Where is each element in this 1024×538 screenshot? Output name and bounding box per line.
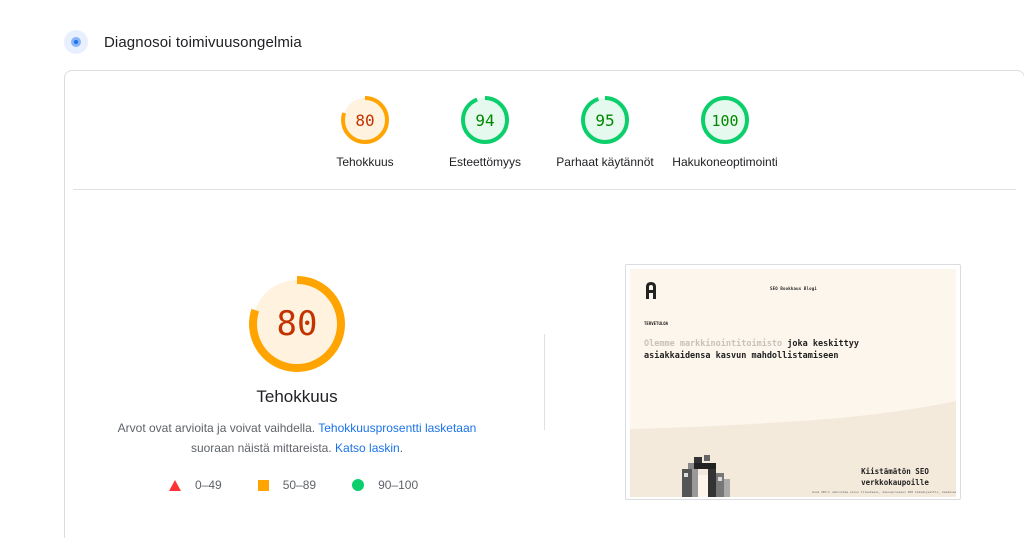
gauge-performance[interactable]: 80 Tehokkuus [305,95,425,169]
site-nav: SEO Bookkaus Blogi [770,286,817,291]
diagnostics-icon [64,30,88,54]
score-calculation-link[interactable]: Tehokkuusprosentti lasketaan [318,421,476,435]
performance-score: 80 [277,304,318,344]
performance-title: Tehokkuus [256,387,338,406]
gauge-seo[interactable]: 100 Hakukoneoptimointi [665,95,785,169]
site-headline-line1: Olemme markkinointitoimisto joka keskitt… [644,339,859,349]
performance-description: Arvot ovat arvioita ja voivat vaihdella.… [95,418,499,458]
desc-text-mid: suoraan näistä mittareista. [190,441,336,455]
pixel-art-illustration [682,455,730,497]
calculator-link[interactable]: Katso laskin [335,441,400,455]
promo-line1: Kiistämätön SEO [861,467,929,476]
vertical-divider [544,334,545,430]
legend-average: 50–89 [257,478,317,492]
gauge-label: Parhaat käytännöt [556,155,654,169]
gauge-seo-ring: 100 [701,96,749,144]
legend-range: 50–89 [282,478,317,492]
gauge-score: 95 [595,111,614,130]
legend-pass: 90–100 [352,478,418,492]
square-icon [257,479,269,491]
page-screenshot[interactable]: SEO Bookkaus Blogi TERVETULOA Olemme mar… [625,264,961,500]
report-card: 80 Tehokkuus 94 Esteettömyys 95 Parhaat … [64,70,1024,538]
screenshot-content: SEO Bookkaus Blogi TERVETULOA Olemme mar… [630,269,956,497]
gauge-score: 100 [711,112,738,130]
section-title: Diagnosoi toimivuusongelmia [104,33,302,51]
gauge-performance-ring: 80 [341,96,389,144]
gauge-score: 80 [355,111,374,130]
score-legend: 0–49 50–89 90–100 [169,477,454,493]
diagnostics-header: Diagnosoi toimivuusongelmia [64,29,302,55]
circle-icon [352,479,365,491]
triangle-icon [169,479,181,491]
gauge-best-practices-ring: 95 [581,96,629,144]
gauge-accessibility[interactable]: 94 Esteettömyys [425,95,545,169]
desc-text-end: . [399,441,404,455]
gauge-label: Esteettömyys [448,155,522,169]
site-welcome: TERVETULOA [644,321,669,326]
site-headline-line2: asiakkaidensa kasvun mahdollistamiseen [644,351,839,361]
gauges-divider [73,189,1016,190]
category-gauges: 80 Tehokkuus 94 Esteettömyys 95 Parhaat … [65,95,1024,175]
legend-range: 0–49 [195,478,222,492]
performance-big-gauge: 80 [249,276,345,372]
desc-text: Arvot ovat arvioita ja voivat vaihdella. [117,421,319,435]
promo-line2: verkkokaupoille [861,478,929,487]
gauge-label: Hakukoneoptimointi [672,155,778,169]
legend-fail: 0–49 [169,478,222,492]
headline-rest: joka keskittyy [782,339,859,349]
gauge-accessibility-ring: 94 [461,96,509,144]
promo-fine-print: Anna SEO:n vahvistaa sinun tilauksesi, k… [812,490,956,494]
headline-muted: Olemme markkinointitoimisto [644,339,783,349]
gauge-label: Tehokkuus [336,155,394,169]
gauge-score: 94 [475,111,494,130]
gauge-best-practices[interactable]: 95 Parhaat käytännöt [545,95,665,169]
legend-range: 90–100 [378,478,419,492]
site-logo-icon [646,282,656,299]
